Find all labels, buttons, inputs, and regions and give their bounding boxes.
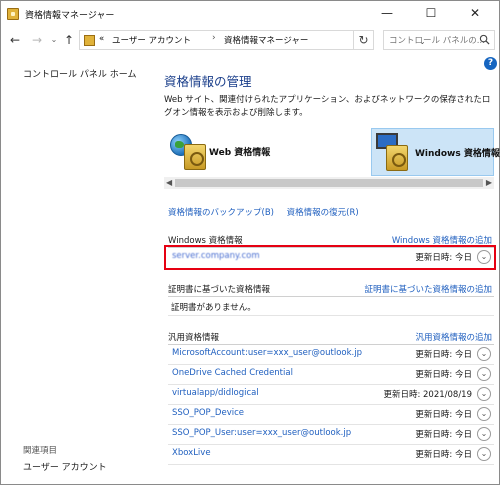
- scroll-right-icon[interactable]: ▶: [486, 178, 492, 187]
- breadcrumb-user-accounts[interactable]: ユーザー アカウント: [112, 34, 191, 46]
- breadcrumb-separator: ›: [212, 33, 216, 43]
- credential-row[interactable]: virtualapp/didlogical 更新日時: 2021/08/19 ⌄: [168, 385, 494, 405]
- tab-windows-credentials[interactable]: Windows 資格情報: [371, 128, 500, 176]
- breadcrumb-credential-manager[interactable]: 資格情報マネージャー: [224, 34, 308, 46]
- window-title: 資格情報マネージャー: [25, 11, 115, 21]
- user-accounts-link[interactable]: ユーザー アカウント: [23, 460, 107, 473]
- restore-credentials-link[interactable]: 資格情報の復元(R): [287, 208, 359, 218]
- page-title: 資格情報の管理: [164, 74, 252, 89]
- control-panel-icon: [84, 35, 95, 46]
- maximize-button[interactable]: ☐: [409, 1, 453, 25]
- credential-modified-date: 更新日時: 今日: [415, 410, 472, 420]
- credential-manager-window: 資格情報マネージャー — ☐ ✕ ← → ⌄ ↑ « ユーザー アカウント › …: [0, 0, 500, 485]
- credential-modified-date: 更新日時: 2021/08/19: [383, 390, 472, 400]
- up-arrow-icon[interactable]: ↑: [61, 31, 77, 49]
- credential-modified-date: 更新日時: 今日: [415, 350, 472, 360]
- expand-chevron-icon[interactable]: ⌄: [477, 347, 491, 361]
- credential-name[interactable]: SSO_POP_User:user=xxx_user@outlook.jp: [172, 428, 351, 438]
- tab-web-label: Web 資格情報: [209, 148, 271, 158]
- page-description: Web サイト、関連付けられたアプリケーション、およびネットワークの保存されたロ…: [164, 95, 491, 118]
- credential-name[interactable]: MicrosoftAccount:user=xxx_user@outlook.j…: [172, 348, 362, 358]
- search-icon: [479, 34, 490, 45]
- back-arrow-icon[interactable]: ←: [7, 31, 23, 49]
- expand-chevron-icon[interactable]: ⌄: [477, 367, 491, 381]
- add-generic-credential-link[interactable]: 汎用資格情報の追加: [415, 331, 492, 343]
- forward-arrow-icon[interactable]: →: [29, 31, 45, 49]
- credential-name[interactable]: SSO_POP_Device: [172, 408, 244, 418]
- help-icon[interactable]: ?: [484, 57, 497, 70]
- credential-modified-date: 更新日時: 今日: [415, 370, 472, 380]
- breadcrumb-overflow[interactable]: «: [99, 34, 104, 44]
- credential-modified-date: 更新日時: 今日: [415, 450, 472, 460]
- search-input[interactable]: コントロール パネルの...: [383, 30, 495, 50]
- control-panel-home-link[interactable]: コントロール パネル ホーム: [23, 67, 136, 80]
- credential-row[interactable]: XboxLive 更新日時: 今日 ⌄: [168, 445, 494, 465]
- expand-chevron-icon[interactable]: ⌄: [477, 407, 491, 421]
- row-divider: [168, 464, 494, 465]
- backup-credentials-link[interactable]: 資格情報のバックアップ(B): [168, 208, 274, 218]
- title-bar[interactable]: 資格情報マネージャー — ☐ ✕: [1, 1, 499, 27]
- credential-type-tabs: Web 資格情報 Windows 資格情報 ◀ ▶: [164, 128, 500, 190]
- vault-icon: [184, 144, 206, 170]
- credential-name[interactable]: XboxLive: [172, 448, 211, 458]
- highlight-box: [164, 245, 496, 270]
- tab-web-credentials[interactable]: Web 資格情報: [164, 128, 304, 176]
- expand-chevron-icon[interactable]: ⌄: [477, 427, 491, 441]
- related-heading: 関連項目: [23, 446, 58, 456]
- generic-credentials-heading: 汎用資格情報: [168, 333, 220, 343]
- credential-row[interactable]: MicrosoftAccount:user=xxx_user@outlook.j…: [168, 345, 494, 365]
- address-bar[interactable]: « ユーザー アカウント › 資格情報マネージャー ⌄: [79, 30, 426, 50]
- expand-chevron-icon[interactable]: ⌄: [477, 387, 491, 401]
- credential-row[interactable]: SSO_POP_User:user=xxx_user@outlook.jp 更新…: [168, 425, 494, 445]
- credential-name[interactable]: virtualapp/didlogical: [172, 388, 259, 398]
- minimize-button[interactable]: —: [365, 1, 409, 25]
- close-button[interactable]: ✕: [453, 1, 497, 25]
- certificate-credentials-heading: 証明書に基づいた資格情報: [168, 285, 271, 295]
- divider: [168, 296, 494, 297]
- tab-windows-label: Windows 資格情報: [415, 149, 500, 159]
- credential-row[interactable]: OneDrive Cached Credential 更新日時: 今日 ⌄: [168, 365, 494, 385]
- tabs-scrollbar[interactable]: ◀ ▶: [164, 177, 494, 189]
- credential-modified-date: 更新日時: 今日: [415, 430, 472, 440]
- expand-chevron-icon[interactable]: ⌄: [477, 447, 491, 461]
- divider: [168, 315, 494, 316]
- credential-name[interactable]: OneDrive Cached Credential: [172, 368, 293, 378]
- credential-row[interactable]: SSO_POP_Device 更新日時: 今日 ⌄: [168, 405, 494, 425]
- scroll-left-icon[interactable]: ◀: [166, 178, 172, 187]
- credential-manager-icon: [7, 8, 19, 20]
- no-certificates-text: 証明書がありません。: [171, 303, 256, 313]
- scrollbar-thumb[interactable]: [175, 179, 483, 187]
- add-certificate-credential-link[interactable]: 証明書に基づいた資格情報の追加: [364, 283, 492, 295]
- search-placeholder: コントロール パネルの...: [389, 36, 485, 46]
- vault-icon: [386, 145, 408, 171]
- recent-locations-chevron-icon[interactable]: ⌄: [46, 31, 62, 49]
- backup-restore-links: 資格情報のバックアップ(B) 資格情報の復元(R): [168, 206, 359, 218]
- refresh-icon[interactable]: ↻: [353, 30, 373, 50]
